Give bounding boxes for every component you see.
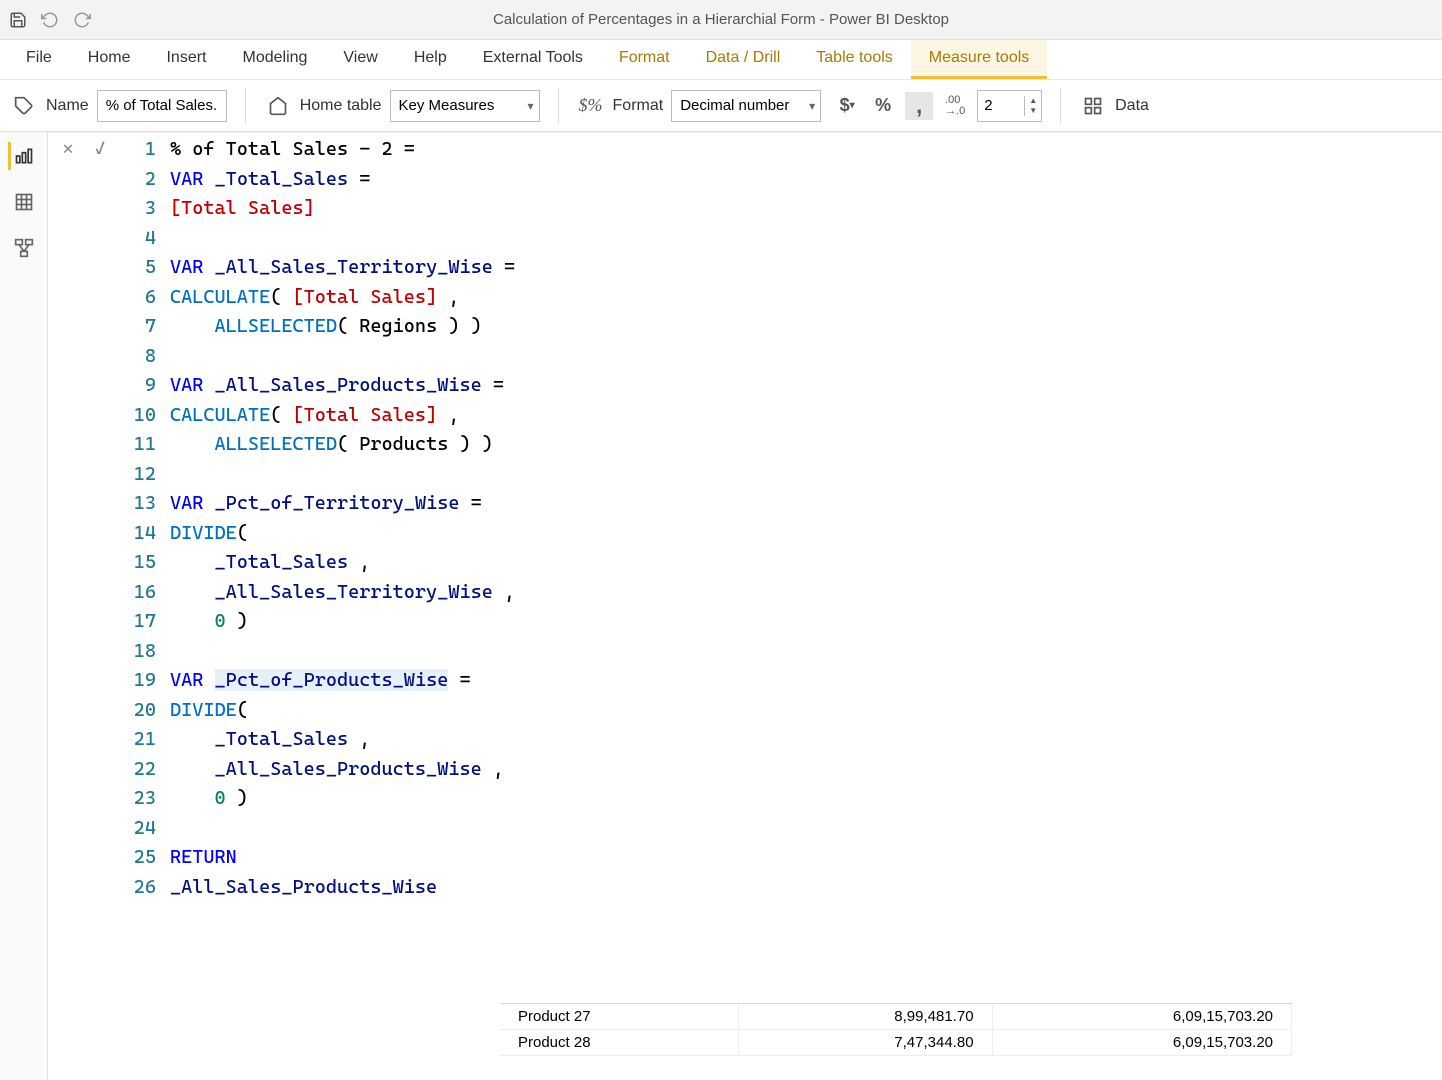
home-icon [264, 92, 292, 120]
name-label: Name [46, 97, 89, 115]
spinner-up-icon[interactable]: ▲ [1025, 96, 1041, 106]
tab-view[interactable]: View [325, 40, 395, 79]
model-view-icon[interactable] [10, 234, 38, 262]
tab-insert[interactable]: Insert [148, 40, 224, 79]
measure-toolbar: Name Home table Key Measures $% Format D… [0, 80, 1442, 132]
tag-icon [10, 92, 38, 120]
tab-data-drill[interactable]: Data / Drill [688, 40, 799, 79]
table-row: Product 27 8,99,481.70 6,09,15,703.20 [500, 1004, 1292, 1030]
tab-file[interactable]: File [8, 40, 70, 79]
ribbon-tabs: File Home Insert Modeling View Help Exte… [0, 40, 1442, 80]
commit-formula-icon[interactable]: ✓ [88, 137, 112, 161]
data-preview: Product 27 8,99,481.70 6,09,15,703.20 Pr… [500, 1003, 1292, 1056]
currency-button[interactable]: $▾ [833, 92, 861, 120]
tab-home[interactable]: Home [70, 40, 149, 79]
code-area[interactable]: % of Total Sales - 2 =VAR _Total_Sales =… [166, 133, 515, 904]
tab-measure-tools[interactable]: Measure tools [911, 40, 1048, 79]
home-table-select[interactable]: Key Measures [390, 90, 540, 122]
titlebar: Calculation of Percentages in a Hierarch… [0, 0, 1442, 40]
data-view-icon[interactable] [10, 188, 38, 216]
format-select[interactable]: Decimal number [671, 90, 821, 122]
window-title: Calculation of Percentages in a Hierarch… [493, 11, 949, 28]
percent-button[interactable]: % [869, 92, 897, 120]
view-switcher [0, 132, 48, 1080]
cancel-formula-icon[interactable]: ✕ [56, 137, 80, 161]
tab-help[interactable]: Help [396, 40, 465, 79]
decimals-input[interactable] [978, 91, 1024, 121]
line-gutter: 1234567891011121314151617181920212223242… [120, 133, 166, 904]
undo-icon[interactable] [40, 10, 60, 30]
redo-icon[interactable] [72, 10, 92, 30]
tab-table-tools[interactable]: Table tools [798, 40, 911, 79]
table-row: Product 28 7,47,344.80 6,09,15,703.20 [500, 1030, 1292, 1056]
tab-modeling[interactable]: Modeling [224, 40, 325, 79]
data-category-label: Data [1115, 97, 1149, 115]
tab-format[interactable]: Format [601, 40, 688, 79]
thousands-button[interactable]: , [905, 92, 933, 120]
tab-external-tools[interactable]: External Tools [465, 40, 601, 79]
format-label: Format [613, 97, 664, 115]
report-view-icon[interactable] [8, 142, 36, 170]
spinner-down-icon[interactable]: ▼ [1025, 106, 1041, 116]
decimal-icon[interactable]: .00→.0 [941, 92, 969, 120]
data-category-icon [1079, 92, 1107, 120]
name-input[interactable] [97, 90, 227, 122]
format-icon: $% [577, 92, 605, 120]
dax-editor[interactable]: ✕ ✓ 123456789101112131415161718192021222… [48, 132, 1442, 1080]
home-table-label: Home table [300, 97, 382, 115]
decimals-spinner[interactable]: ▲ ▼ [977, 90, 1042, 122]
save-icon[interactable] [8, 10, 28, 30]
